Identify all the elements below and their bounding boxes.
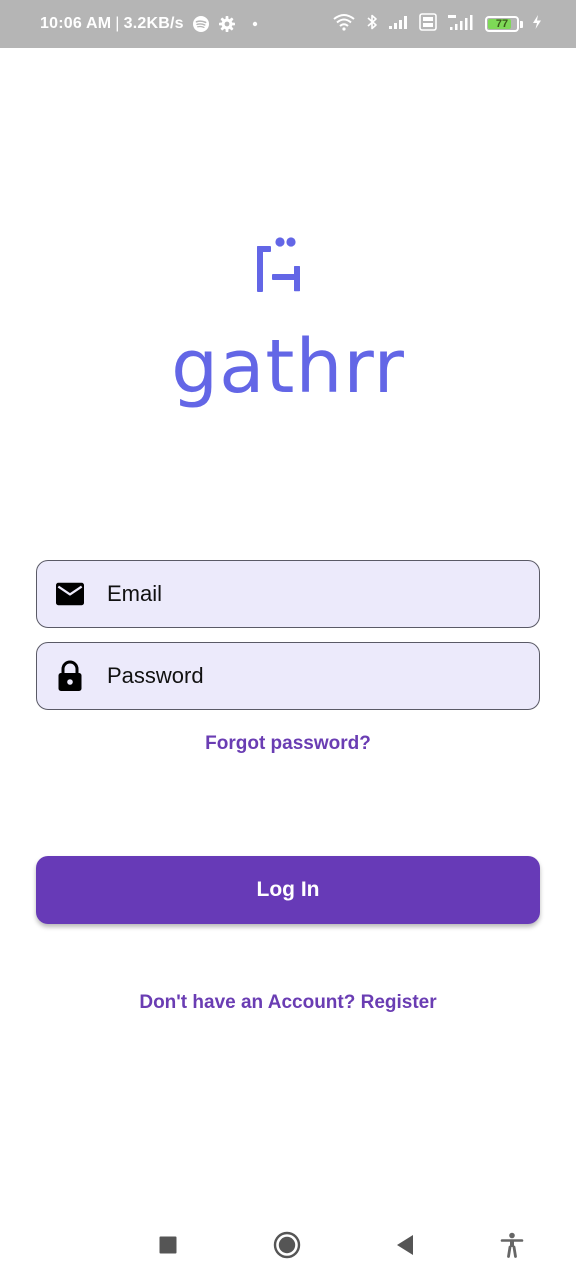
email-input[interactable] <box>107 581 507 607</box>
password-field[interactable] <box>36 642 540 710</box>
signal-icon <box>388 14 410 35</box>
network-speed: 3.2KB/s <box>123 15 184 32</box>
volte-icon <box>419 12 437 36</box>
status-bar: 10:06 AM | 3.2KB/s 77 <box>0 0 576 48</box>
battery-level: 77 <box>495 18 509 30</box>
status-right: 77 <box>332 0 542 48</box>
status-time: 10:06 AM <box>40 15 112 32</box>
forgot-password-link[interactable]: Forgot password? <box>0 733 576 755</box>
battery-icon: 77 <box>485 16 523 32</box>
gathrr-logo-mark-icon <box>252 234 308 294</box>
lock-icon <box>56 660 84 691</box>
app-wordmark: gathrr <box>171 324 405 410</box>
navigation-bar <box>0 1215 576 1275</box>
login-screen: 10:06 AM | 3.2KB/s 77 gathrr Email Forgo… <box>0 0 576 1280</box>
register-link[interactable]: Don't have an Account? Register <box>0 992 576 1014</box>
mail-icon <box>56 580 84 608</box>
accessibility-icon[interactable] <box>496 1229 528 1261</box>
status-separator: | <box>115 15 120 32</box>
signal-4g-icon <box>446 12 476 37</box>
charging-icon <box>532 14 542 35</box>
bluetooth-icon <box>365 13 379 36</box>
notification-dot-icon <box>252 21 258 27</box>
gear-icon <box>218 15 236 33</box>
recents-square-icon[interactable] <box>152 1229 184 1261</box>
wifi-icon <box>332 13 356 36</box>
spotify-icon <box>192 15 210 33</box>
back-triangle-icon[interactable] <box>389 1229 421 1261</box>
login-button[interactable]: Log In <box>36 856 540 924</box>
email-field[interactable] <box>36 560 540 628</box>
status-left: 10:06 AM | 3.2KB/s <box>40 0 258 48</box>
password-input[interactable] <box>107 663 507 689</box>
home-circle-icon[interactable] <box>271 1229 303 1261</box>
